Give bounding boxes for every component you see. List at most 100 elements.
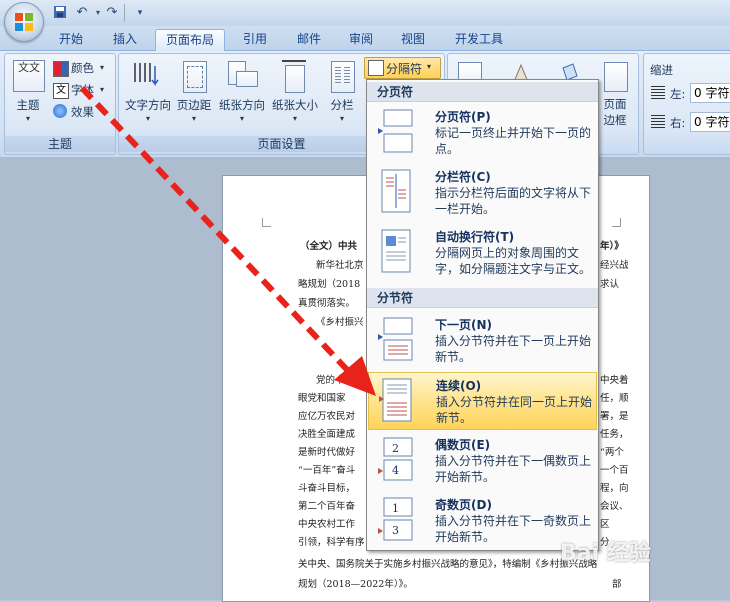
section-breaks-header: 分节符: [367, 288, 598, 308]
even-page-icon: 2 4: [378, 437, 413, 481]
doc-fragment: 中央着: [600, 375, 629, 386]
doc-fragment: 程，向: [600, 483, 629, 494]
doc-line: 斗奋斗目标，: [298, 483, 356, 494]
text-wrapping-icon: [381, 229, 411, 273]
office-button[interactable]: [4, 2, 44, 42]
doc-line: 眼党和国家: [298, 393, 346, 404]
page-border-icon: [604, 62, 628, 92]
menu-item-title: 连续(O): [436, 379, 482, 393]
doc-fragment: 年）》: [600, 241, 624, 252]
fonts-icon: 文: [53, 83, 69, 99]
doc-fragment: 经兴战: [600, 260, 629, 271]
menu-item-desc: 插入分节符并在同一页上开始新节。: [436, 395, 593, 425]
columns-button[interactable]: 分栏: [326, 97, 358, 113]
fonts-chevron-icon[interactable]: ▾: [100, 85, 104, 94]
doc-line: 真贯彻落实。: [298, 298, 356, 309]
effects-button[interactable]: 效果: [71, 104, 94, 120]
fonts-button[interactable]: 字体: [71, 82, 94, 98]
orientation-chevron-icon[interactable]: ▾: [236, 114, 248, 123]
text-direction-icon: [131, 60, 161, 92]
page-break-icon: [378, 109, 413, 153]
continuous-icon: [379, 378, 412, 422]
menu-item-desc: 插入分节符并在下一页上开始新节。: [435, 334, 592, 364]
effects-icon: [53, 104, 67, 118]
tab-view[interactable]: 视图: [390, 29, 436, 50]
indent-left-label: 左:: [670, 87, 686, 101]
size-icon: [279, 60, 309, 93]
margins-chevron-icon[interactable]: ▾: [188, 114, 200, 123]
doc-line: 应亿万农民对: [298, 411, 356, 422]
redo-icon[interactable]: ↷: [104, 5, 120, 21]
undo-icon[interactable]: ↶: [74, 5, 90, 21]
menu-item-even-page[interactable]: 2 4 偶数页(E) 插入分节符并在下一偶数页上开始新节。: [368, 432, 597, 490]
tab-insert[interactable]: 插入: [102, 29, 148, 50]
menu-item-title: 奇数页(D): [435, 498, 492, 512]
save-icon[interactable]: [52, 5, 68, 21]
doc-line: 规划（2018—2022年）》。: [298, 579, 413, 590]
colors-chevron-icon[interactable]: ▾: [100, 63, 104, 72]
doc-line: 是新时代做好: [298, 447, 356, 458]
doc-line: 中央农村工作: [298, 519, 356, 530]
breaks-dropdown-menu: 分页符 分页符(P) 标记一页终止并开始下一页的点。 分栏符(C) 指示分栏符后…: [366, 79, 599, 551]
doc-fragment: 部: [612, 579, 622, 590]
doc-fragment: 区: [600, 519, 610, 530]
breaks-icon: [368, 60, 384, 76]
menu-item-desc: 分隔网页上的对象周围的文字，如分隔题注文字与正文。: [435, 246, 592, 276]
menu-item-next-page[interactable]: 下一页(N) 插入分节符并在下一页上开始新节。: [368, 312, 597, 370]
doc-line: 第二个百年奋: [298, 501, 356, 512]
doc-line: 党的十九: [316, 375, 355, 386]
doc-line: “一百年”奋斗: [298, 465, 356, 476]
margin-corner-left: [262, 218, 271, 227]
menu-item-column-break[interactable]: 分栏符(C) 指示分栏符后面的文字将从下一栏开始。: [368, 164, 597, 222]
orientation-button[interactable]: 纸张方向: [217, 97, 267, 113]
size-chevron-icon[interactable]: ▾: [289, 114, 301, 123]
even-icon-number-2: 4: [392, 464, 399, 477]
indent-left-icon: [651, 86, 665, 100]
tab-home[interactable]: 开始: [48, 29, 94, 50]
theme-chevron-icon[interactable]: ▾: [22, 114, 34, 123]
tab-mailings[interactable]: 邮件: [286, 29, 332, 50]
doc-fragment: 任，顺: [600, 393, 629, 404]
theme-icon[interactable]: 文文: [13, 60, 45, 92]
tab-page-layout[interactable]: 页面布局: [155, 29, 225, 51]
breaks-button-label: 分隔符: [386, 62, 423, 76]
page-border-button[interactable]: 页面 边框: [600, 96, 630, 128]
menu-item-desc: 标记一页终止并开始下一页的点。: [435, 126, 592, 156]
columns-chevron-icon[interactable]: ▾: [336, 114, 348, 123]
doc-fragment: 会议、: [600, 501, 629, 512]
customize-qa-icon[interactable]: ▾: [132, 5, 148, 21]
doc-line: 新华社北京: [316, 260, 364, 271]
theme-button[interactable]: 主题: [10, 97, 46, 113]
menu-item-title: 分栏符(C): [435, 170, 491, 184]
tab-review[interactable]: 审阅: [338, 29, 384, 50]
indent-right-icon: [651, 115, 665, 129]
orientation-icon: [226, 61, 258, 91]
doc-line: 引领，科学有序: [298, 537, 365, 548]
size-button[interactable]: 纸张大小: [269, 97, 321, 113]
indent-left-input[interactable]: 0 字符: [690, 83, 730, 103]
menu-item-title: 偶数页(E): [435, 438, 491, 452]
text-direction-chevron-icon[interactable]: ▾: [142, 114, 154, 123]
breaks-button[interactable]: 分隔符 ▾: [364, 57, 441, 79]
doc-line: （全文）中共: [300, 241, 358, 252]
doc-line: 决胜全面建成: [298, 429, 356, 440]
theme-group-label: 主题: [5, 136, 115, 152]
qa-separator: [124, 4, 125, 22]
text-direction-button[interactable]: 文字方向: [123, 97, 173, 113]
tab-references[interactable]: 引用: [232, 29, 278, 50]
menu-item-page-break[interactable]: 分页符(P) 标记一页终止并开始下一页的点。: [368, 104, 597, 162]
doc-line: 《乡村振兴: [316, 317, 364, 328]
colors-button[interactable]: 颜色: [71, 60, 94, 76]
breaks-chevron-icon: ▾: [427, 62, 432, 71]
menu-item-text-wrapping-break[interactable]: 自动换行符(T) 分隔网页上的对象周围的文字，如分隔题注文字与正文。: [368, 224, 597, 282]
indent-right-input[interactable]: 0 字符: [690, 112, 730, 132]
menu-item-title: 下一页(N): [435, 318, 493, 332]
doc-fragment: 求认: [600, 279, 620, 290]
tab-developer[interactable]: 开发工具: [444, 29, 514, 50]
margins-button[interactable]: 页边距: [174, 97, 214, 113]
menu-item-desc: 指示分栏符后面的文字将从下一栏开始。: [435, 186, 592, 216]
even-icon-number: 2: [392, 442, 399, 455]
doc-line: 略规划（2018: [298, 279, 361, 290]
office-logo-icon: [15, 13, 33, 31]
menu-item-continuous[interactable]: 连续(O) 插入分节符并在同一页上开始新节。: [368, 372, 597, 430]
